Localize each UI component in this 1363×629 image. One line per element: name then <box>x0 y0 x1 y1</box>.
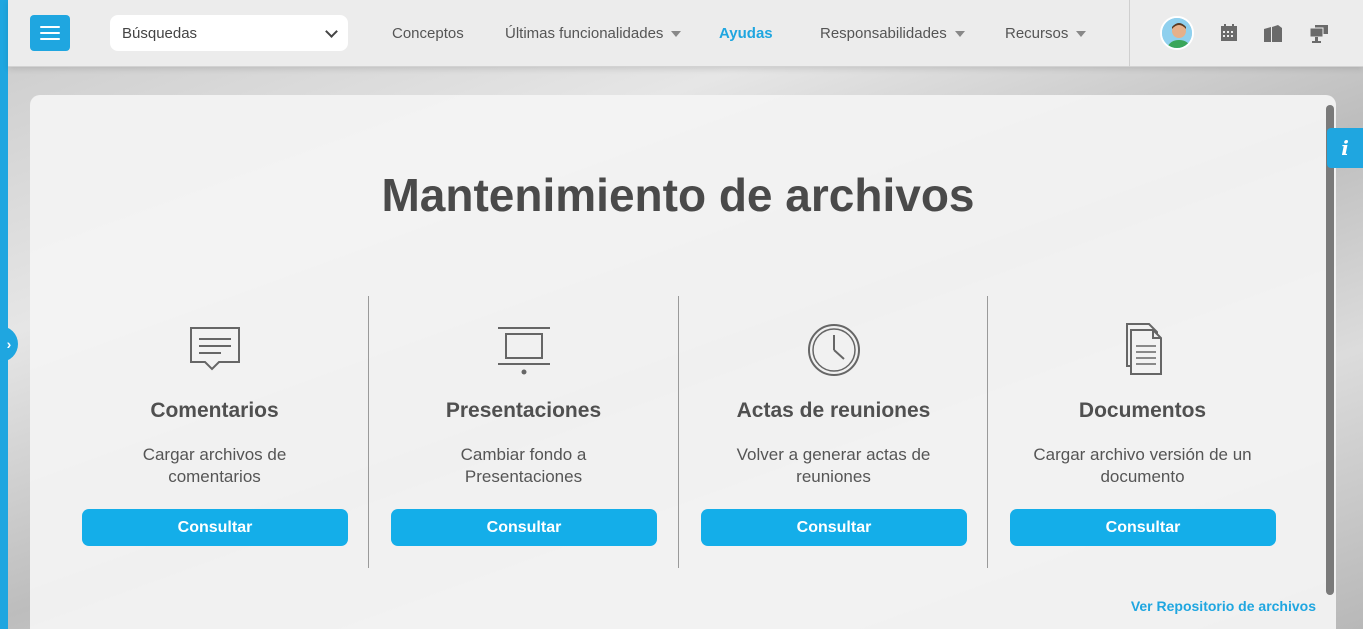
repository-link[interactable]: Ver Repositorio de archivos <box>1090 598 1316 614</box>
card-description: Volver a generar actas de reuniones <box>736 445 931 486</box>
info-icon: i <box>1341 136 1349 160</box>
monitor-icon[interactable] <box>1308 22 1330 44</box>
nav-label: Responsabilidades <box>820 25 947 42</box>
chevron-right-icon: › <box>6 336 12 352</box>
card-description: Cargar archivo versión de un documento <box>1033 445 1252 486</box>
nav-recursos[interactable]: Recursos <box>1005 0 1087 67</box>
nav-ayudas[interactable]: Ayudas <box>719 0 773 67</box>
user-avatar[interactable] <box>1160 16 1194 50</box>
search-select-value: Búsquedas <box>122 24 198 42</box>
card-documentos: Documentos Cargar archivo versión de un … <box>988 296 1297 568</box>
search-select[interactable]: Búsquedas <box>110 15 348 51</box>
consultar-presentaciones-button[interactable]: Consultar <box>391 509 657 546</box>
nav-label: Recursos <box>1005 25 1069 42</box>
top-navigation-bar: Búsquedas Conceptos Últimas funcionalida… <box>8 0 1363 67</box>
clock-icon <box>807 324 860 376</box>
caret-down-icon <box>954 30 965 37</box>
hamburger-menu-button[interactable] <box>30 15 70 51</box>
nav-label: Últimas funcionalidades <box>505 25 664 42</box>
card-comentarios: Comentarios Cargar archivos de comentari… <box>60 296 369 568</box>
card-description: Cargar archivos de comentarios <box>142 445 287 486</box>
card-description: Cambiar fondo a Presentaciones <box>460 445 587 486</box>
caret-down-icon <box>671 30 682 37</box>
nav-responsabilidades[interactable]: Responsabilidades <box>820 0 965 67</box>
page-title: Mantenimiento de archivos <box>381 169 975 221</box>
info-button[interactable]: i <box>1327 128 1363 168</box>
card-title: Comentarios <box>150 399 279 422</box>
documents-icon <box>1125 323 1162 375</box>
menu-line-icon <box>40 26 60 28</box>
nav-ultimas-funcionalidades[interactable]: Últimas funcionalidades <box>505 0 682 67</box>
card-title: Documentos <box>1078 399 1207 422</box>
folders-icon[interactable] <box>1262 22 1284 44</box>
card-title: Presentaciones <box>445 399 602 422</box>
comment-icon <box>189 327 240 371</box>
nav-label: Conceptos <box>392 25 464 42</box>
consultar-documentos-button[interactable]: Consultar <box>1010 509 1276 546</box>
menu-line-icon <box>40 32 60 34</box>
calendar-icon[interactable] <box>1218 22 1240 44</box>
nav-label: Ayudas <box>719 25 773 42</box>
chevron-down-icon <box>325 24 338 38</box>
user-avatar-icon <box>1162 18 1192 48</box>
consultar-comentarios-button[interactable]: Consultar <box>82 509 348 546</box>
presentation-icon <box>497 327 550 375</box>
left-accent-strip <box>0 0 8 629</box>
nav-conceptos[interactable]: Conceptos <box>392 0 464 67</box>
card-actas-de-reuniones: Actas de reuniones Volver a generar acta… <box>679 296 988 568</box>
header-divider <box>1129 0 1130 67</box>
card-presentaciones: Presentaciones Cambiar fondo a Presentac… <box>369 296 678 568</box>
menu-line-icon <box>40 38 60 40</box>
consultar-actas-button[interactable]: Consultar <box>701 509 967 546</box>
card-title: Actas de reuniones <box>736 399 931 422</box>
sidebar-expand-button[interactable]: › <box>0 326 18 362</box>
caret-down-icon <box>1076 30 1087 37</box>
